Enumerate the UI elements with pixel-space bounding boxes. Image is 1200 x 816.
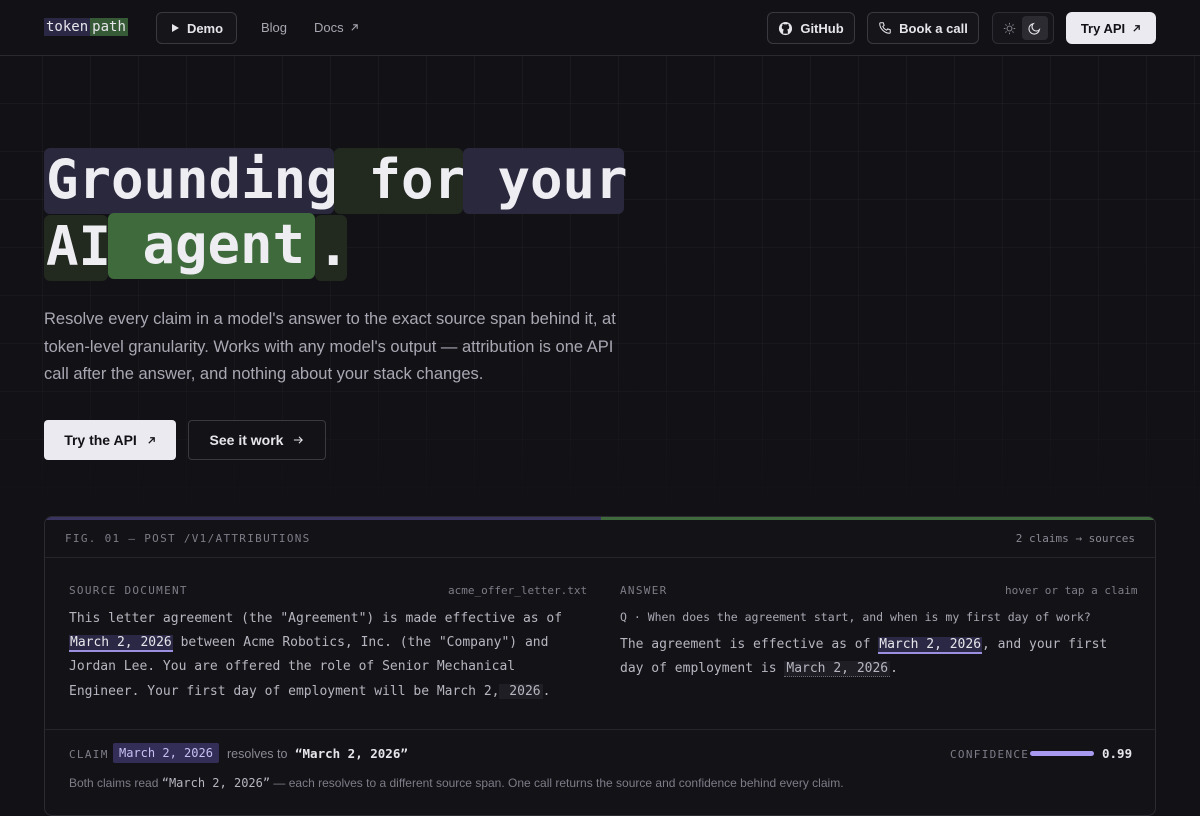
- demo-button[interactable]: Demo: [156, 12, 237, 44]
- confidence-label: CONFIDENCE: [950, 748, 1030, 761]
- confidence-value: 0.99: [1102, 746, 1133, 761]
- hero-subtitle: Resolve every claim in a model's answer …: [44, 310, 616, 383]
- answer-text: The agreement is effective as of March 2…: [620, 633, 1135, 681]
- headline-token[interactable]: AI: [44, 215, 111, 281]
- figure-meta: 2 claims → sources: [1015, 532, 1135, 545]
- source-span-date-1[interactable]: March 2, 2026: [69, 635, 173, 653]
- logo-token: token: [44, 18, 91, 36]
- figure-title: FIG. 01 — POST /V1/ATTRIBUTIONS: [65, 532, 311, 545]
- headline-token[interactable]: your: [463, 148, 628, 214]
- headline-token[interactable]: for: [334, 148, 466, 214]
- nav-link-docs[interactable]: Docs: [314, 20, 359, 35]
- try-the-api-button[interactable]: Try the API: [44, 420, 176, 460]
- play-icon: [170, 23, 180, 33]
- headline-token-active[interactable]: agent: [108, 213, 315, 279]
- source-document-text: This letter agreement (the "Agreement") …: [69, 607, 589, 704]
- arrow-up-right-icon: [1132, 24, 1141, 33]
- footnote-text: Both claims read: [69, 776, 162, 790]
- blog-label: Blog: [261, 20, 288, 35]
- footnote-text: — each resolves to a different source sp…: [270, 776, 844, 790]
- try-api-button[interactable]: Try API: [1066, 12, 1156, 44]
- docs-label: Docs: [314, 20, 344, 35]
- answer-claim-1[interactable]: March 2, 2026: [878, 637, 983, 654]
- source-text: .: [542, 683, 551, 699]
- answer-hint: hover or tap a claim: [1005, 584, 1138, 597]
- claim-resolution-footer: CLAIM March 2, 2026 resolves to “March 2…: [45, 729, 1155, 815]
- try-api-label: Try API: [1080, 20, 1126, 36]
- hero-headline: Grounding for your AI agent .: [44, 148, 664, 290]
- cta-secondary-label: See it work: [209, 432, 284, 448]
- footnote-quote: “March 2, 2026”: [161, 776, 271, 790]
- claim-label: CLAIM: [69, 748, 109, 761]
- source-file-name: acme_offer_letter.txt: [448, 584, 588, 597]
- phone-icon: [878, 21, 892, 35]
- demo-label: Demo: [186, 20, 224, 36]
- github-button[interactable]: GitHub: [767, 12, 855, 44]
- top-nav: token path Demo Blog Docs GitHub Book a c…: [0, 0, 1200, 56]
- answer-claim-2[interactable]: March 2, 2026: [784, 661, 891, 678]
- logo[interactable]: token path: [44, 18, 128, 36]
- sun-icon[interactable]: [996, 16, 1022, 40]
- source-doc-label: SOURCE DOCUMENT: [69, 584, 188, 597]
- arrow-right-icon: [293, 435, 304, 445]
- source-text: This letter agreement (the "Agreement") …: [69, 611, 563, 626]
- arrow-up-right-icon: [350, 23, 359, 32]
- answer-segment: The agreement is effective as of: [620, 637, 879, 652]
- answer-segment: .: [890, 661, 898, 677]
- headline-token[interactable]: Grounding: [44, 148, 339, 214]
- moon-icon[interactable]: [1022, 16, 1048, 40]
- answer-label: ANSWER: [620, 584, 668, 597]
- figure-footnote: Both claims read “March 2, 2026” — each …: [69, 776, 844, 790]
- source-span-date-2[interactable]: 2026: [499, 683, 543, 699]
- nav-link-blog[interactable]: Blog: [261, 20, 287, 35]
- see-it-work-button[interactable]: See it work: [188, 420, 326, 460]
- headline-token[interactable]: .: [315, 215, 350, 281]
- figure-header: FIG. 01 — POST /V1/ATTRIBUTIONS 2 claims…: [45, 520, 1155, 558]
- book-call-button[interactable]: Book a call: [867, 12, 979, 44]
- claim-chip[interactable]: March 2, 2026: [113, 743, 219, 763]
- confidence-bar: [1030, 751, 1094, 756]
- resolves-to-text: resolves to: [227, 747, 288, 761]
- arrow-up-right-icon: [147, 436, 156, 445]
- resolved-value: “March 2, 2026”: [295, 746, 408, 761]
- logo-path: path: [90, 18, 128, 36]
- github-icon: [778, 21, 793, 36]
- attribution-figure: FIG. 01 — POST /V1/ATTRIBUTIONS 2 claims…: [44, 516, 1156, 816]
- theme-toggle: [992, 12, 1054, 44]
- cta-primary-label: Try the API: [64, 432, 137, 448]
- book-call-label: Book a call: [899, 20, 968, 36]
- question-text: Q · When does the agreement start, and w…: [620, 610, 1091, 624]
- github-label: GitHub: [800, 20, 844, 36]
